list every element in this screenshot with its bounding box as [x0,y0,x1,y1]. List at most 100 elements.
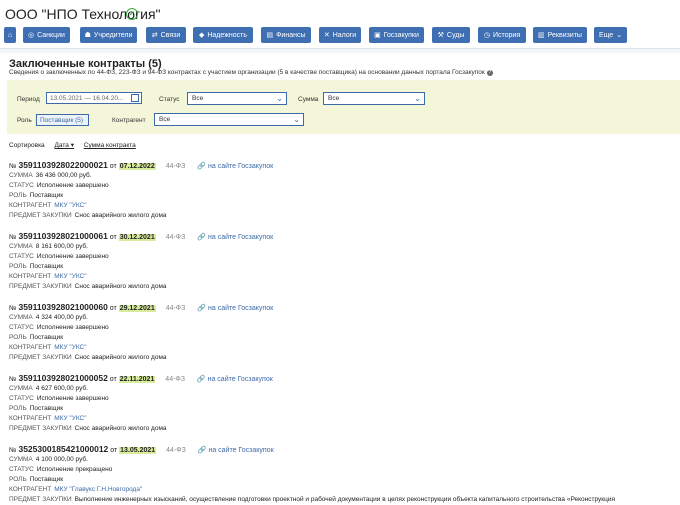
nav-reliability-button[interactable]: ◆ Надежность [193,27,253,43]
link-icon: 🔗 [197,305,207,312]
period-input[interactable]: 13.05.2021 — 16.04.20... [46,92,142,104]
sort-arrow-icon: ▾ [70,142,74,149]
contract-subject-row: ПРЕДМЕТ ЗАКУПКИ Снос аварийного жилого до… [9,354,167,361]
shield-icon: ◆ [198,32,205,39]
contract-header: № 3591103928021000061 от 30.12.2021 44-Ф… [9,231,274,241]
nav-founders-button[interactable]: ☗ Учредители [80,27,137,43]
contract-status-row: СТАТУС Исполнение завершено [9,253,109,260]
section-subtitle: Сведения о заключенных по 44-ФЗ, 223-ФЗ … [9,69,493,76]
chevron-down-icon: ⌄ [414,94,421,103]
contract-counterparty-row: КОНТРАГЕНТ МКУ "УКС" [9,415,87,422]
contract-sum-row: СУММА 36 436 000,00 руб. [9,172,92,179]
procurement-icon: ▣ [374,32,381,39]
contract-law: 44-ФЗ [165,234,186,241]
history-icon: ◷ [483,32,490,39]
contract-sum-row: СУММА 4 627 600,00 руб. [9,385,88,392]
contract-role-row: РОЛЬ Поставщик [9,405,64,412]
nav-more-button[interactable]: Еще ⌄ [594,27,627,43]
link-icon: 🔗 [196,376,206,383]
contract-item: № 3591103928021000052 от 22.11.2021 44-Ф… [9,373,680,434]
contract-subject-row: ПРЕДМЕТ ЗАКУПКИ Снос аварийного жилого до… [9,425,167,432]
sort-by-date[interactable]: Дата ▾ [55,142,74,149]
nav-sanctions-button[interactable]: ◎ Санкции [23,27,70,43]
info-icon[interactable]: ? [486,70,493,76]
contract-number[interactable]: 3525300185421000012 [18,444,108,454]
nav-bar: ⌂ ◎ Санкции ☗ Учредители ⇄ Связи ◆ Надежност… [0,27,680,47]
contract-item: № 3591103928022000021 от 07.12.2022 44-Ф… [9,160,680,221]
portal-link[interactable]: 🔗 на сайте Госзакупок [197,163,273,170]
contract-header: № 3525300185421000012 от 13.05.2021 44-Ф… [9,444,274,454]
contract-number[interactable]: 3591103928021000061 [18,231,107,241]
contract-subject-row: ПРЕДМЕТ ЗАКУПКИ Выполнение инженерных изы… [9,496,615,503]
nav-finance-button[interactable]: ▤ Финансы [261,27,311,43]
contract-subject-row: ПРЕДМЕТ ЗАКУПКИ Снос аварийного жилого до… [9,283,167,290]
sort-by-sum[interactable]: Сумма контракта [84,142,136,149]
chevron-down-icon: ⌄ [616,32,623,39]
status-select[interactable]: Все ⌄ [187,92,287,105]
contract-date: 07.12.2022 [118,163,156,170]
nav-procurement-button[interactable]: ▣ Госзакупки [369,27,424,43]
counterparty-link[interactable]: МКУ "УКС" [54,415,86,422]
header: ООО "НПО Технология" ✓ [0,0,680,28]
nav-links-button[interactable]: ⇄ Связи [146,27,186,43]
contract-status-row: СТАТУС Исполнение прекращено [9,466,113,473]
chevron-down-icon: ⌄ [276,94,283,103]
contract-counterparty-row: КОНТРАГЕНТ МКУ "УКС" [9,202,87,209]
contract-role-row: РОЛЬ Поставщик [9,192,64,199]
contract-header: № 3591103928021000060 от 29.12.2021 44-Ф… [9,302,274,312]
contract-header: № 3591103928022000021 от 07.12.2022 44-Ф… [9,160,274,170]
divider [0,48,680,53]
contract-sum-row: СУММА 4 100 000,00 руб. [9,456,88,463]
users-icon: ☗ [84,32,91,39]
sum-label: Сумма [298,96,319,103]
contract-date: 22.11.2021 [118,376,156,383]
calendar-icon[interactable] [131,94,139,102]
contract-number[interactable]: 3591103928022000021 [18,160,107,170]
nav-courts-button[interactable]: ⚒ Суды [432,27,470,43]
contract-role-row: РОЛЬ Поставщик [9,476,64,483]
period-label: Период [17,96,40,103]
contract-item: № 3525300185421000012 от 13.05.2021 44-Ф… [9,444,680,505]
role-chip[interactable]: Поставщик (5) [36,114,89,126]
sort-row: Сортировка Дата ▾ Сумма контракта [9,141,136,149]
contract-counterparty-row: КОНТРАГЕНТ МКУ "Главукс Г.Н.Новгорода" [9,486,143,493]
contract-number[interactable]: 3591103928021000060 [18,302,107,312]
sort-label: Сортировка [9,142,45,149]
portal-link[interactable]: 🔗 на сайте Госзакупок [197,376,273,383]
portal-link[interactable]: 🔗 на сайте Госзакупок [198,447,274,454]
contract-item: № 3591103928021000061 от 30.12.2021 44-Ф… [9,231,680,292]
contract-sum-row: СУММА 8 161 600,00 руб. [9,243,88,250]
contract-date: 13.05.2021 [119,447,157,454]
contract-date: 30.12.2021 [118,234,156,241]
contract-status-row: СТАТУС Исполнение завершено [9,324,109,331]
role-label: Роль [17,117,32,124]
finance-icon: ▤ [266,32,274,39]
contract-law: 44-ФЗ [165,163,186,170]
nav-requisites-button[interactable]: ▥ Реквизиты [533,27,587,43]
counterparty-link[interactable]: МКУ "УКС" [54,273,86,280]
globe-icon: ◎ [28,32,35,39]
portal-link[interactable]: 🔗 на сайте Госзакупок [197,234,273,241]
contract-law: 44-ФЗ [166,447,186,454]
nav-history-button[interactable]: ◷ История [478,27,526,43]
contract-role-row: РОЛЬ Поставщик [9,334,64,341]
nav-home-button[interactable]: ⌂ [4,27,16,43]
document-icon: ▥ [538,32,545,39]
counterparty-label: Контрагент [112,117,146,124]
tax-icon: ✕ [323,32,330,39]
counterparty-link[interactable]: МКУ "УКС" [54,344,86,351]
contract-date: 29.12.2021 [118,305,156,312]
nav-taxes-button[interactable]: ✕ Налоги [319,27,361,43]
counterparty-select[interactable]: Все ⌄ [154,113,304,126]
gavel-icon: ⚒ [437,32,444,39]
portal-link[interactable]: 🔗 на сайте Госзакупок [197,305,273,312]
check-circle-icon: ✓ [126,8,138,20]
contract-law: 44-ФЗ [165,376,185,383]
status-label: Статус [159,96,180,103]
chevron-down-icon: ⌄ [293,115,300,124]
contract-number[interactable]: 3591103928021000052 [18,373,107,383]
contract-status-row: СТАТУС Исполнение завершено [9,182,109,189]
counterparty-link[interactable]: МКУ "УКС" [54,202,86,209]
counterparty-link[interactable]: МКУ "Главукс Г.Н.Новгорода" [54,486,142,493]
sum-select[interactable]: Все ⌄ [323,92,425,105]
